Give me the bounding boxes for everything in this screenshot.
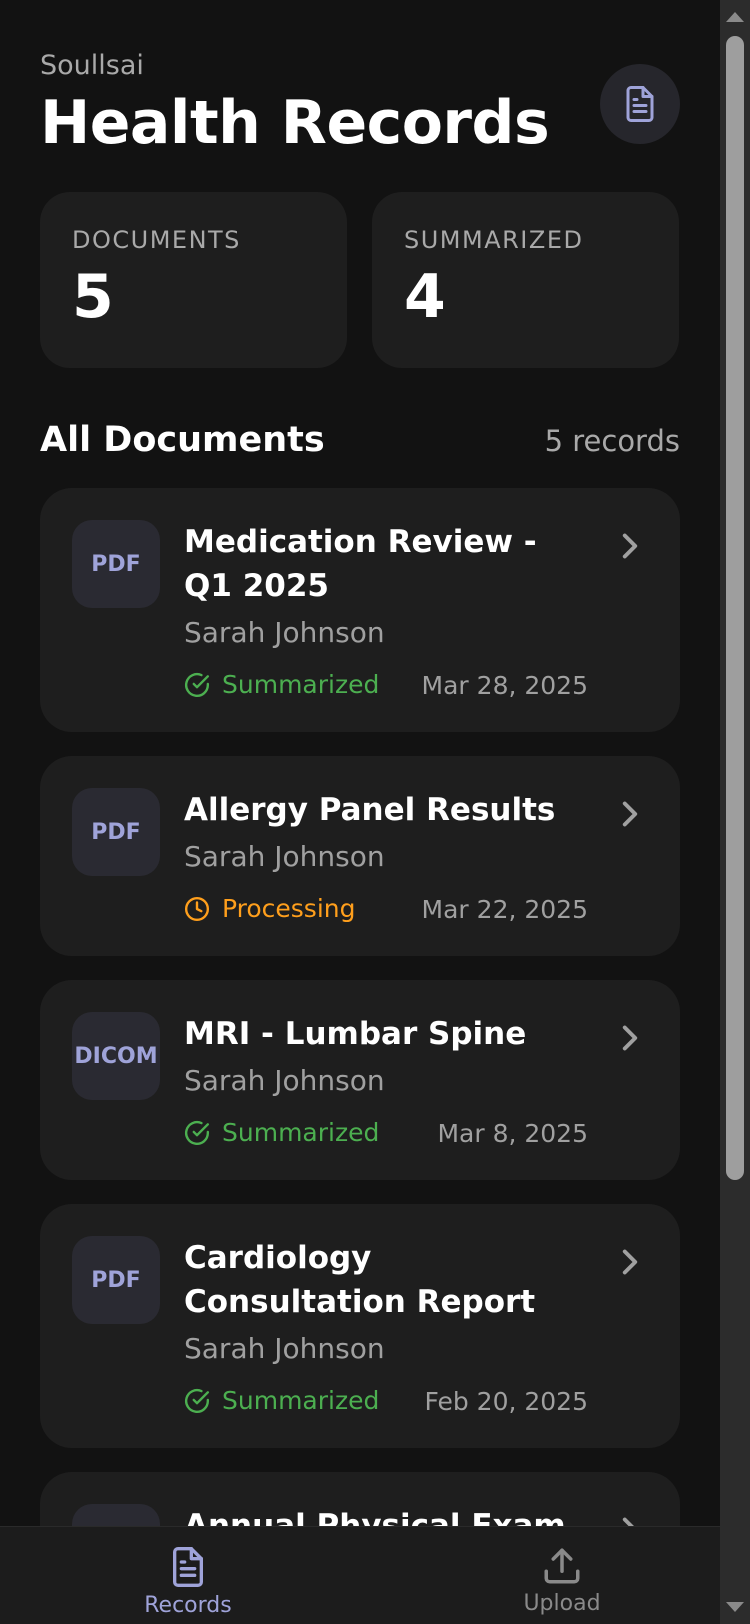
nav-records-label: Records — [144, 1593, 232, 1618]
stat-card-summarized: SUMMARIZED 4 — [372, 192, 679, 368]
status-label: Summarized — [222, 1118, 380, 1147]
scroll-up-arrow-icon[interactable] — [726, 12, 744, 22]
records-count: 5 records — [544, 424, 680, 458]
file-type-badge: PDF — [72, 520, 160, 608]
bottom-nav: Records Upload — [0, 1526, 720, 1624]
stat-value: 4 — [404, 262, 446, 332]
record-title: MRI - Lumbar Spine — [184, 1016, 527, 1052]
check-circle-icon — [184, 672, 210, 697]
record-date: Feb 20, 2025 — [424, 1387, 588, 1416]
status-badge: Summarized — [184, 1118, 379, 1147]
stat-value: 5 — [72, 262, 114, 332]
status-badge: Summarized — [184, 670, 379, 699]
status-label: Processing — [222, 894, 356, 923]
record-card[interactable]: PDF Cardiology Consultation Report Sarah… — [40, 1204, 680, 1448]
record-title: Medication Review - Q1 2025 — [184, 524, 537, 604]
record-card[interactable]: DICOM MRI - Lumbar Spine Sarah Johnson S… — [40, 980, 680, 1180]
record-date: Mar 28, 2025 — [421, 671, 588, 700]
record-card[interactable]: PDF Medication Review - Q1 2025 Sarah Jo… — [40, 488, 680, 732]
file-type-badge: DICOM — [72, 1012, 160, 1100]
record-patient: Sarah Johnson — [184, 1332, 385, 1365]
section-title: All Documents — [40, 420, 325, 460]
record-patient: Sarah Johnson — [184, 616, 385, 649]
status-badge: Processing — [184, 894, 356, 923]
stat-card-documents: DOCUMENTS 5 — [40, 192, 347, 368]
file-type-badge: PDF — [72, 788, 160, 876]
stat-label: DOCUMENTS — [72, 226, 241, 254]
record-patient: Sarah Johnson — [184, 1064, 385, 1097]
documents-button[interactable] — [600, 64, 680, 144]
page-title: Health Records — [40, 88, 550, 158]
scroll-down-arrow-icon[interactable] — [726, 1602, 744, 1612]
record-card[interactable]: PDF Allergy Panel Results Sarah Johnson … — [40, 756, 680, 956]
chevron-right-icon — [622, 1249, 638, 1275]
nav-upload-tab[interactable]: Upload — [482, 1527, 642, 1624]
clock-icon — [184, 896, 210, 921]
record-date: Mar 8, 2025 — [437, 1119, 588, 1148]
upload-icon — [544, 1548, 580, 1584]
document-icon — [173, 1546, 203, 1587]
check-circle-icon — [184, 1120, 210, 1145]
scrollbar[interactable] — [720, 0, 750, 1624]
chevron-right-icon — [622, 533, 638, 559]
chevron-right-icon — [622, 801, 638, 827]
nav-records-tab[interactable]: Records — [108, 1527, 268, 1624]
file-type-badge: PDF — [72, 1236, 160, 1324]
status-label: Summarized — [222, 670, 380, 699]
stat-label: SUMMARIZED — [404, 226, 584, 254]
check-circle-icon — [184, 1388, 210, 1413]
document-icon — [626, 86, 654, 122]
record-title: Allergy Panel Results — [184, 792, 556, 828]
app-screen: Soullsai Health Records DOCUMENTS 5 SUMM… — [0, 0, 720, 1624]
scroll-thumb[interactable] — [726, 36, 744, 1180]
record-patient: Sarah Johnson — [184, 840, 385, 873]
status-label: Summarized — [222, 1386, 380, 1415]
status-badge: Summarized — [184, 1386, 379, 1415]
record-date: Mar 22, 2025 — [421, 895, 588, 924]
record-title: Cardiology Consultation Report — [184, 1240, 536, 1320]
nav-upload-label: Upload — [523, 1591, 601, 1616]
chevron-right-icon — [622, 1025, 638, 1051]
brand-name: Soullsai — [40, 50, 144, 81]
